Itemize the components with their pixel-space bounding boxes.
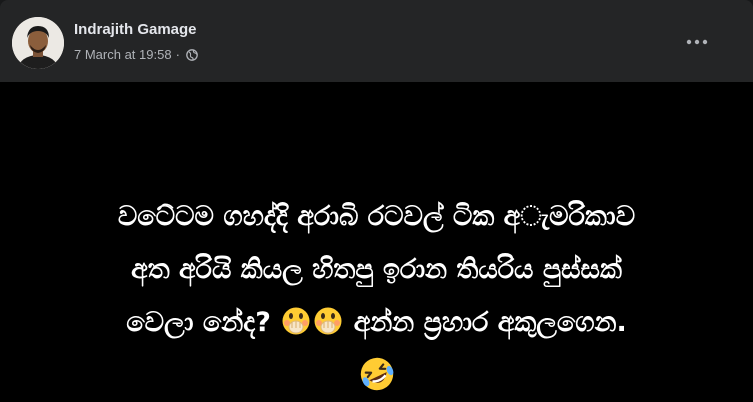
- globe-icon: [186, 48, 198, 61]
- more-options-button[interactable]: [679, 24, 715, 60]
- post-text-line-2: අත අරියි කියල හිතපු ඉරාන තියරිය පුස්සක්: [131, 254, 622, 285]
- post-text-background: වටේටම ගහද්දි අරාබි රටවල් ටික අැමරිකාව අත…: [0, 82, 753, 402]
- post-timestamp[interactable]: 7 March at 19:58: [74, 47, 172, 62]
- face-with-hand-over-mouth-icon: [282, 307, 310, 335]
- avatar[interactable]: [12, 17, 64, 69]
- post-meta: 7 March at 19:58 ·: [74, 47, 198, 62]
- face-with-hand-over-mouth-icon: [314, 307, 342, 335]
- post-text-line-1: වටේටම ගහද්දි අරාබි රටවල් ටික අැමරිකාව: [117, 201, 636, 232]
- post-text-line-3: වෙලා නේද? අ: [0, 303, 753, 343]
- post-text-line-3-end: අන්න ප්‍රහාර අකුලගෙන.: [353, 307, 627, 338]
- more-options-icon: [686, 39, 708, 45]
- avatar-photo: [12, 17, 64, 69]
- facebook-post: Indrajith Gamage 7 March at 19:58 · වටේට…: [0, 0, 753, 402]
- post-header: Indrajith Gamage 7 March at 19:58 ·: [0, 0, 753, 82]
- post-text-line-3-start: වෙලා නේද?: [126, 307, 271, 338]
- meta-separator: ·: [175, 47, 180, 62]
- post-text-line-4: [0, 356, 753, 399]
- author-name[interactable]: Indrajith Gamage: [74, 21, 197, 38]
- rolling-on-floor-laughing-icon: [360, 357, 393, 391]
